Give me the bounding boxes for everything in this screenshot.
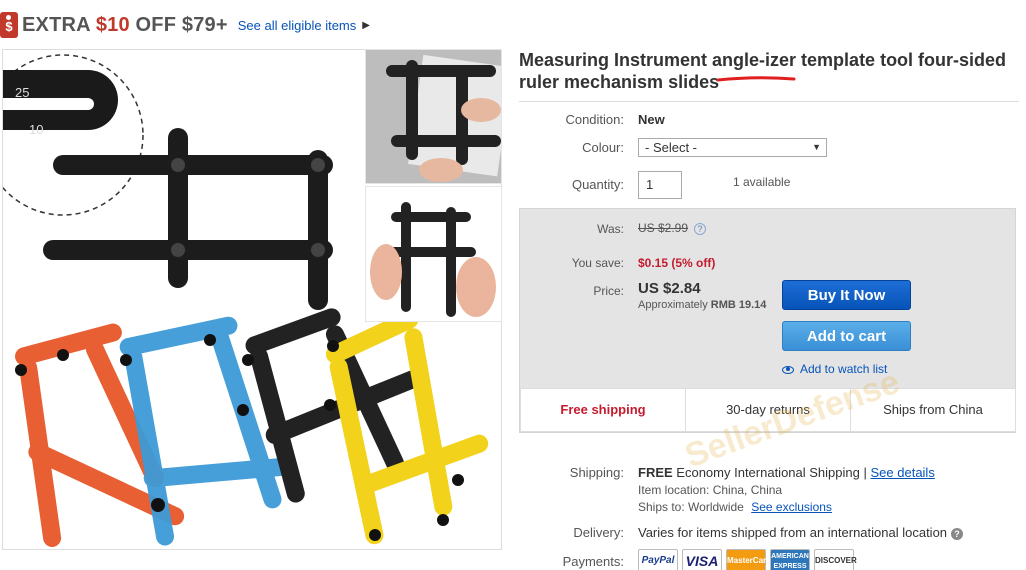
shipping-value: FREE Economy International Shipping | Se… bbox=[638, 465, 935, 480]
price-value: US $2.84 bbox=[638, 280, 701, 297]
ships-to-label: Ships to: bbox=[638, 500, 685, 514]
delivery-label: Delivery: bbox=[573, 525, 624, 540]
condition-label: Condition: bbox=[565, 112, 624, 127]
promo-banner: $ EXTRA $10 OFF $79+ See all eligible it… bbox=[0, 8, 370, 42]
paypal-logo: PayPal bbox=[638, 549, 678, 570]
approx-prefix: Approximately bbox=[638, 299, 711, 311]
delivery-value: Varies for items shipped from an interna… bbox=[638, 525, 964, 540]
ruler-label-10: 10 bbox=[29, 122, 43, 137]
shipping-highlights: Free shipping 30-day returns Ships from … bbox=[520, 388, 1016, 432]
title-divider bbox=[519, 101, 1019, 102]
visa-logo: VISA bbox=[682, 549, 722, 570]
help-icon[interactable]: ? bbox=[951, 527, 964, 540]
condition-value: New bbox=[638, 112, 665, 127]
returns-badge: 30-day returns bbox=[686, 389, 851, 431]
add-to-cart-button[interactable]: Add to cart bbox=[782, 321, 911, 351]
was-price-value: US $2.99 bbox=[638, 221, 689, 235]
ships-to: Ships to: Worldwide See exclusions bbox=[638, 500, 832, 514]
thumbnail-photo bbox=[366, 50, 501, 183]
ruler-label-25: 25 bbox=[15, 85, 29, 100]
colour-select-value: - Select - bbox=[645, 140, 698, 155]
shipping-separator: | bbox=[863, 465, 867, 480]
info-icon[interactable]: ? bbox=[694, 222, 707, 235]
price-label: Price: bbox=[593, 284, 624, 298]
colour-label: Colour: bbox=[582, 140, 624, 155]
ships-to-value: Worldwide bbox=[688, 500, 744, 514]
payments-label: Payments: bbox=[562, 554, 624, 569]
product-thumbnail-2[interactable] bbox=[365, 186, 502, 322]
shipping-free: FREE bbox=[638, 465, 673, 480]
product-title: Measuring Instrument angle-izer template… bbox=[519, 50, 1007, 92]
you-save-value: $0.15 (5% off) bbox=[638, 256, 716, 270]
was-label: Was: bbox=[597, 222, 624, 236]
promo-text: EXTRA $10 OFF $79+ bbox=[22, 13, 228, 36]
add-to-watch-list-link[interactable]: Add to watch list bbox=[782, 362, 887, 376]
title-underline-annotation bbox=[716, 76, 796, 82]
colour-select[interactable]: - Select - ▼ bbox=[638, 138, 827, 157]
product-thumbnail-1[interactable] bbox=[365, 49, 502, 184]
buy-it-now-button[interactable]: Buy It Now bbox=[782, 280, 911, 310]
delivery-text: Varies for items shipped from an interna… bbox=[638, 525, 948, 540]
see-exclusions-link[interactable]: See exclusions bbox=[751, 500, 832, 514]
shipping-method: Economy International Shipping bbox=[676, 465, 860, 480]
available-count: 1 available bbox=[733, 175, 791, 189]
ships-from-badge: Ships from China bbox=[883, 402, 983, 417]
was-price: US $2.99? bbox=[638, 221, 707, 235]
item-location: Item location: China, China bbox=[638, 483, 783, 497]
payment-logos: PayPal VISA MasterCard AMERICAN EXPRESS … bbox=[638, 549, 857, 570]
you-save-label: You save: bbox=[571, 256, 624, 270]
approx-price: Approximately RMB 19.14 bbox=[638, 299, 766, 311]
watch-label: Add to watch list bbox=[800, 362, 888, 376]
eye-icon bbox=[782, 365, 794, 374]
shipping-label: Shipping: bbox=[569, 465, 624, 480]
amex-logo: AMERICAN EXPRESS bbox=[770, 549, 810, 570]
chevron-down-icon: ▼ bbox=[812, 142, 821, 152]
thumbnail-photo bbox=[366, 187, 501, 321]
price-tag-icon: $ bbox=[0, 12, 18, 38]
arrow-right-icon[interactable]: ▶ bbox=[362, 20, 370, 31]
see-details-link[interactable]: See details bbox=[871, 465, 935, 480]
see-eligible-items-link[interactable]: See all eligible items bbox=[238, 18, 357, 33]
discover-logo: DISCOVER bbox=[814, 549, 857, 570]
free-shipping-badge: Free shipping bbox=[521, 389, 686, 431]
quantity-label: Quantity: bbox=[571, 177, 624, 192]
approx-value: RMB 19.14 bbox=[710, 299, 767, 311]
quantity-input[interactable]: 1 bbox=[638, 171, 682, 199]
mastercard-logo: MasterCard bbox=[726, 549, 771, 570]
